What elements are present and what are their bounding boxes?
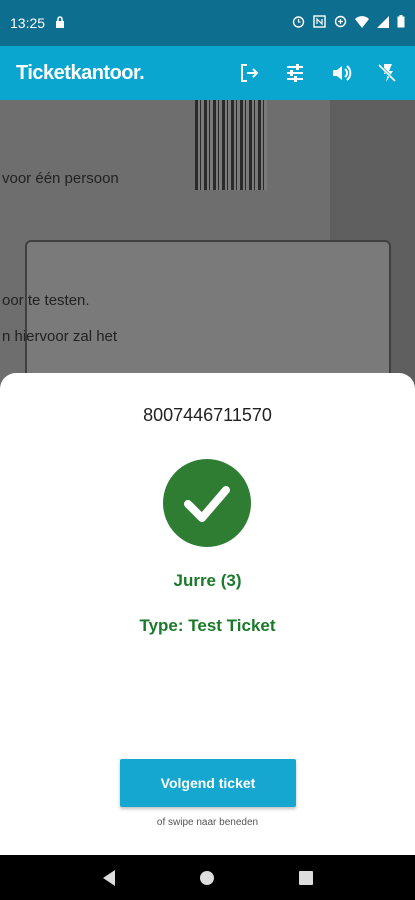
volume-icon[interactable] [329, 61, 353, 85]
settings-sliders-icon[interactable] [283, 61, 307, 85]
recents-icon[interactable] [294, 866, 318, 890]
battery-icon [397, 15, 405, 31]
logout-icon[interactable] [237, 61, 261, 85]
system-nav-bar [0, 855, 415, 900]
status-time: 13:25 [10, 15, 46, 31]
camera-preview: voor één persoon oor te testen. n hiervo… [0, 100, 415, 400]
app-logo: Ticketkantoor. [16, 61, 145, 84]
swipe-hint: of swipe naar beneden [156, 817, 259, 828]
check-icon [163, 459, 251, 547]
alarm-icon [292, 15, 305, 31]
next-ticket-button[interactable]: Volgend ticket [120, 759, 296, 807]
home-icon[interactable] [195, 866, 219, 890]
barcode-image [195, 100, 267, 190]
status-bar: 13:25 [0, 0, 415, 46]
ticket-type: Type: Test Ticket [139, 616, 276, 635]
scan-result-sheet[interactable]: 8007446711570 Jurre (3) Type: Test Ticke… [0, 373, 415, 855]
nfc-icon [313, 15, 326, 31]
camera-text-line: voor één persoon [2, 170, 119, 187]
signal-icon [377, 15, 389, 31]
ticket-barcode-number: 8007446711570 [143, 405, 272, 425]
data-saver-icon [334, 15, 347, 31]
flash-off-icon[interactable] [375, 61, 399, 85]
back-icon[interactable] [97, 866, 121, 890]
camera-text-line: oor te testen. [2, 292, 90, 309]
camera-text-line: n hiervoor zal het [2, 328, 118, 345]
wifi-icon [355, 15, 369, 31]
app-bar: Ticketkantoor. [0, 46, 415, 100]
lock-icon [55, 15, 65, 31]
ticket-holder-name: Jurre (3) [173, 571, 242, 590]
